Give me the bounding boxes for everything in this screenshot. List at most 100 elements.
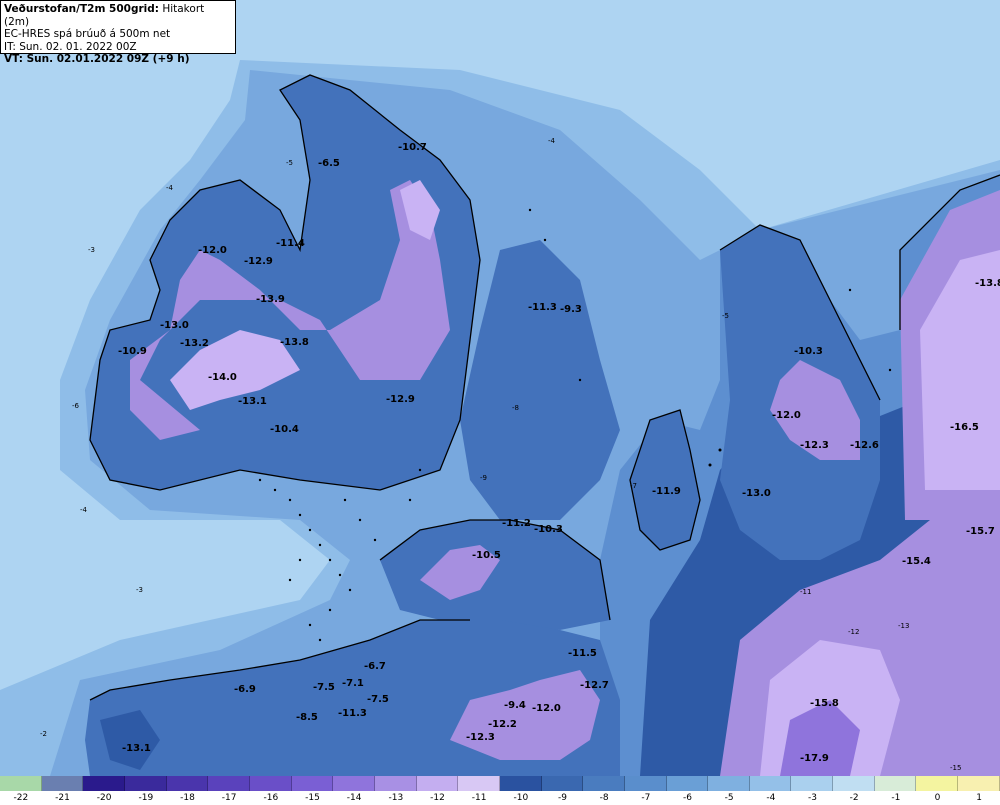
temperature-label: -10.9: [118, 346, 147, 357]
legend-swatch: [124, 776, 167, 791]
legend-tick: -20: [96, 793, 112, 803]
legend-swatch: [333, 776, 375, 791]
legend-tick: -11: [471, 793, 487, 803]
temperature-label: -15.4: [902, 556, 931, 567]
temperature-label: -17.9: [800, 753, 829, 764]
isoline-label: -3: [136, 586, 143, 594]
temperature-label: -12.6: [850, 440, 879, 451]
temperature-label: -12.9: [244, 256, 273, 267]
legend-swatch: [83, 776, 125, 791]
temperature-label: -11.9: [652, 486, 681, 497]
legend-swatch: [374, 776, 417, 791]
isoline-label: -4: [548, 137, 556, 145]
legend-tick: 1: [976, 793, 983, 803]
isoline-label: -13: [898, 622, 909, 630]
legend-swatch: [708, 776, 750, 791]
legend-swatch: [624, 776, 667, 791]
temperature-label: -15.8: [810, 698, 839, 709]
temperature-label: -10.4: [270, 424, 299, 435]
legend-tick: -3: [808, 793, 817, 803]
temperature-label: -13.8: [280, 337, 309, 348]
temperature-label: -6.5: [318, 158, 340, 169]
temperature-label: -10.3: [794, 346, 823, 357]
legend-swatch: [916, 776, 959, 791]
legend-tick: -13: [388, 793, 404, 803]
legend-tick: -15: [305, 793, 320, 803]
temperature-map[interactable]: -3 -4 -5 -4 -3 -2 -4 -5 -6 -7 -8 -9 -11 …: [0, 0, 1000, 776]
temperature-label: -11.5: [568, 648, 597, 659]
initial-time: IT: Sun. 02. 01. 2022 00Z: [4, 40, 137, 53]
legend-swatch: [458, 776, 500, 791]
legend-color-bar: [0, 776, 1000, 791]
legend-swatch: [166, 776, 209, 791]
isoline-label: -8: [512, 404, 519, 412]
temperature-label: -12.0: [198, 245, 227, 256]
legend-swatch: [791, 776, 834, 791]
legend-tick: -7: [641, 793, 651, 803]
temperature-label: -10.3: [534, 524, 563, 535]
temperature-label: -12.0: [772, 410, 801, 421]
isoline-label: -15: [950, 764, 961, 772]
legend-tick: -14: [346, 793, 362, 803]
temperature-label: -13.0: [160, 320, 189, 331]
temperature-label: -13.1: [122, 743, 151, 754]
weather-map-view: -3 -4 -5 -4 -3 -2 -4 -5 -6 -7 -8 -9 -11 …: [0, 0, 1000, 805]
legend-tick-labels: -22 -21 -20 -19 -18 -17 -16 -15 -14 -13 -12 -11 -10-…: [0, 791, 1000, 805]
temperature-label: -12.3: [800, 440, 829, 451]
temperature-label: -12.9: [386, 394, 415, 405]
legend-swatch: [208, 776, 250, 791]
isoline-label: -4: [166, 184, 174, 192]
legend-tick: -18: [180, 793, 195, 803]
temperature-label: -6.9: [234, 684, 256, 695]
temperature-label: -13.1: [238, 396, 267, 407]
temperature-label: -14.0: [208, 372, 237, 383]
legend-swatch: [666, 776, 709, 791]
temperature-label: -12.3: [466, 732, 495, 743]
temperature-label: -12.7: [580, 680, 609, 691]
temperature-label: -13.2: [180, 338, 209, 349]
temperature-label: -8.5: [296, 712, 318, 723]
temperature-label: -10.5: [472, 550, 501, 561]
legend-tick: -22: [13, 793, 29, 803]
legend-swatch: [0, 776, 42, 791]
legend-swatch: [291, 776, 334, 791]
legend-swatch: [958, 776, 1000, 791]
temperature-label: -11.4: [276, 238, 305, 249]
legend-tick: -21: [55, 793, 70, 803]
legend-tick: -10: [513, 793, 529, 803]
legend-tick: -17: [221, 793, 237, 803]
legend-swatch: [249, 776, 292, 791]
legend-swatch: [41, 776, 84, 791]
temperature-label: -11.3: [528, 302, 557, 313]
legend-tick: -19: [138, 793, 154, 803]
model-description: EC-HRES spá brúuð á 500m net: [4, 28, 171, 41]
isoline-label: -11: [800, 588, 811, 596]
legend-swatch: [874, 776, 917, 791]
temperature-label: -16.5: [950, 422, 979, 433]
temperature-label: -10.7: [398, 142, 427, 153]
legend-swatch: [583, 776, 625, 791]
temperature-label: -13.9: [256, 294, 285, 305]
temperature-label: -13.8: [975, 278, 1000, 289]
temperature-label: -6.7: [364, 661, 386, 672]
legend-swatch: [541, 776, 584, 791]
isoline-label: -6: [72, 402, 80, 410]
legend-swatch: [416, 776, 459, 791]
isoline-label: -5: [722, 312, 729, 320]
temperature-label: -9.4: [504, 700, 526, 711]
temperature-label: -12.2: [488, 719, 517, 730]
temperature-label: -13.0: [742, 488, 771, 499]
legend-tick: -4: [766, 793, 776, 803]
map-info-box: Veðurstofan/T2m 500grid: Hitakort (2m) E…: [0, 0, 236, 65]
isoline-label: -9: [480, 474, 487, 482]
temperature-label: -9.3: [560, 304, 582, 315]
isoline-label: -7: [630, 482, 637, 490]
isoline-label: -12: [848, 628, 859, 636]
valid-time: VT: Sun. 02.01.2022 09Z (+9 h): [4, 53, 190, 66]
temperature-label: -7.5: [313, 682, 335, 693]
legend-swatch: [499, 776, 542, 791]
color-legend: -22 -21 -20 -19 -18 -17 -16 -15 -14 -13 -12 -11 -10-…: [0, 776, 1000, 805]
legend-tick: -16: [263, 793, 279, 803]
legend-tick: -1: [891, 793, 901, 803]
legend-tick: -2: [849, 793, 859, 803]
